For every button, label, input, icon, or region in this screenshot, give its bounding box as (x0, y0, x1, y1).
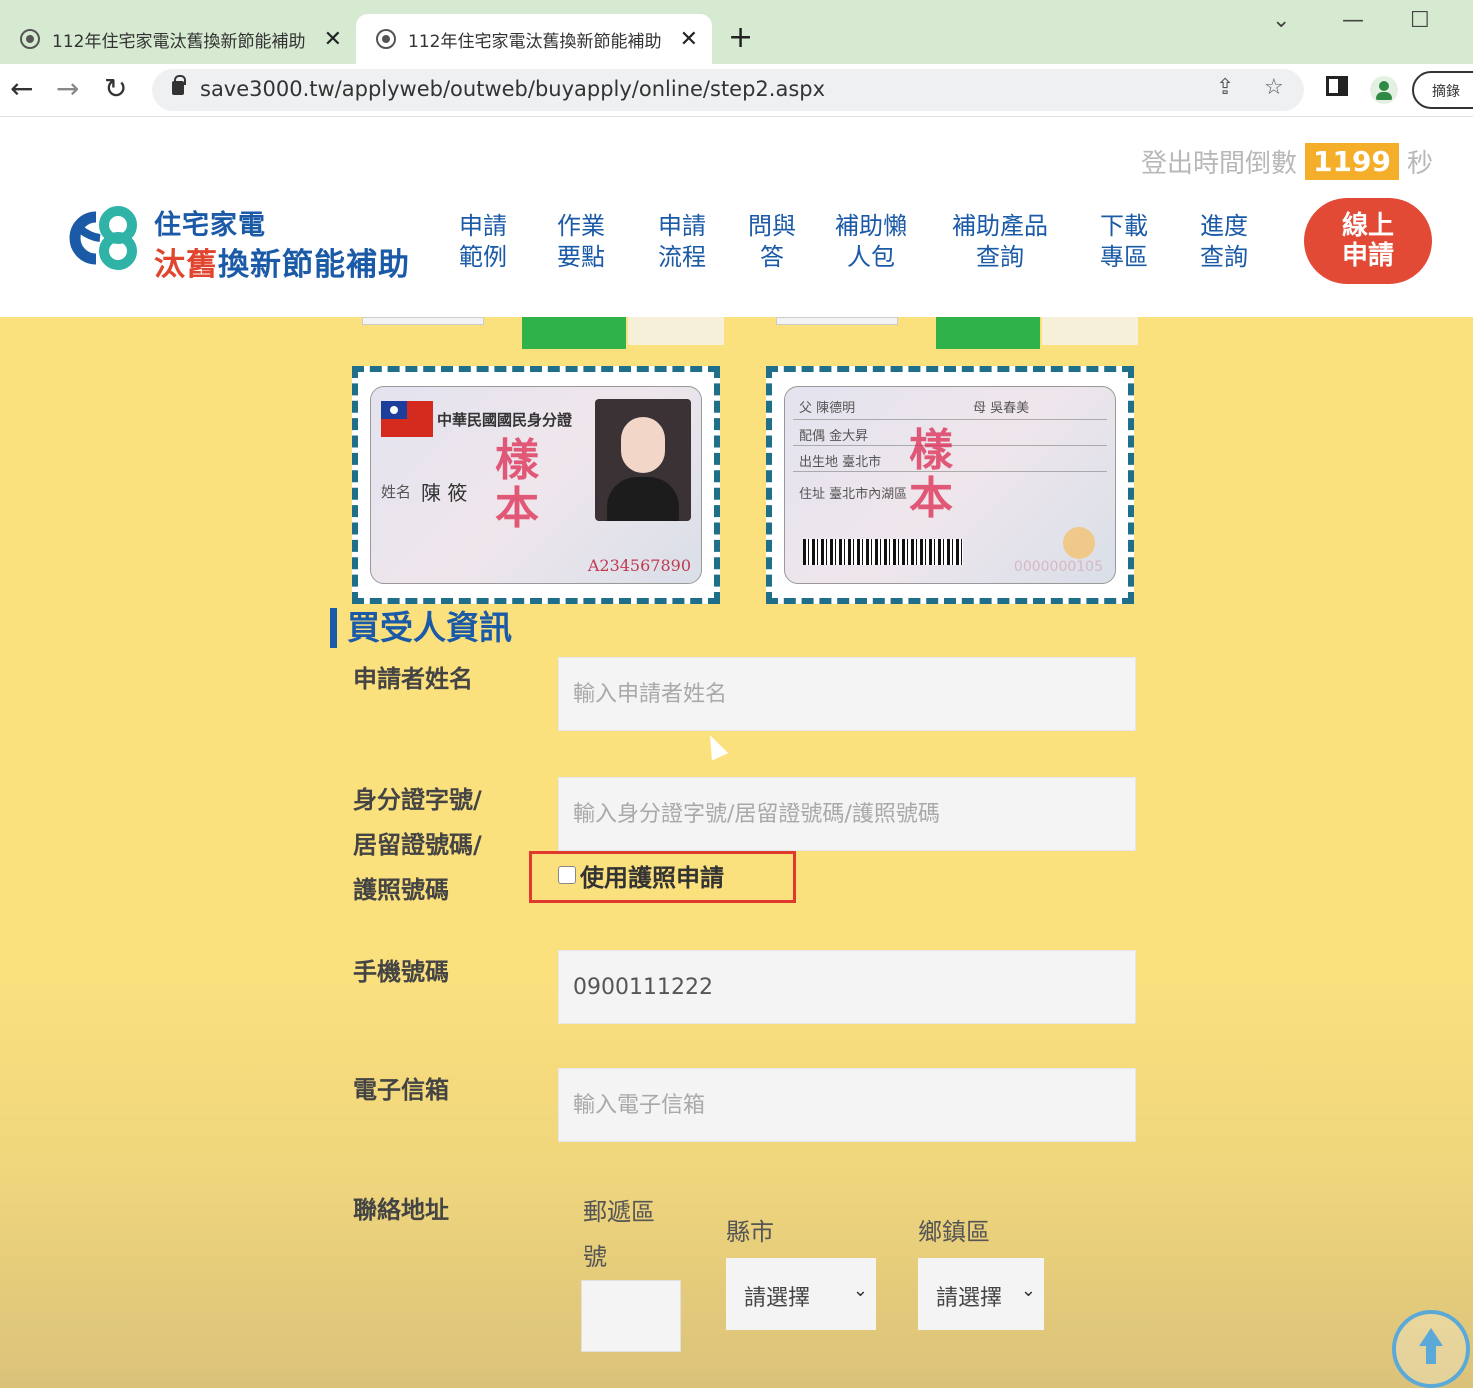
id-mother: 母 吳春美 (973, 401, 1030, 416)
site-header: 登出時間倒數 1199 秒 住宅家電 汰舊換新節能補助 申請 範例 作業 要點 申請… (0, 117, 1473, 317)
profile-icon[interactable] (1370, 76, 1398, 104)
id-card-title: 中華民國國民身分證 (437, 411, 573, 429)
side-panel-icon[interactable] (1326, 76, 1348, 96)
browser-tab[interactable]: 112年住宅家電汰舊換新節能補助 ✕ (0, 14, 356, 64)
id-number-label: 身分證字號/ 居留證號碼/ 護照號碼 (353, 786, 482, 904)
close-icon[interactable]: ✕ (680, 27, 698, 52)
applicant-name-input[interactable] (558, 657, 1136, 731)
countdown-value: 1199 (1305, 143, 1399, 180)
email-input[interactable] (558, 1068, 1136, 1142)
reload-icon[interactable]: ↻ (104, 72, 127, 105)
address-bar: ← → ↻ save3000.tw/applyweb/outweb/buyapp… (0, 64, 1473, 117)
url-field[interactable]: save3000.tw/applyweb/outweb/buyapply/onl… (152, 69, 1304, 111)
city-select[interactable]: 請選擇 ⌄ (726, 1258, 876, 1330)
passport-checkbox-label[interactable]: 使用護照申請 (580, 858, 724, 893)
scroll-to-top-button[interactable] (1392, 1310, 1470, 1388)
arrow-up-icon (1419, 1328, 1443, 1346)
new-tab-button[interactable]: + (728, 20, 753, 55)
id-father: 父 陳德明 (799, 401, 856, 416)
zip-code-input[interactable] (581, 1280, 681, 1352)
share-icon[interactable]: ⇪ (1216, 75, 1234, 100)
town-select[interactable]: 請選擇 ⌄ (918, 1258, 1044, 1330)
lock-icon (172, 75, 186, 95)
id-card-front: 中華民國國民身分證 姓名 陳 筱 樣本 A234567890 (370, 386, 702, 584)
url-text: save3000.tw/applyweb/outweb/buyapply/onl… (200, 77, 826, 101)
address-label: 聯絡地址 (353, 1196, 449, 1224)
chevron-down-icon: ⌄ (1020, 1280, 1036, 1301)
logout-countdown: 登出時間倒數 1199 秒 (1141, 143, 1433, 180)
nav-product-search[interactable]: 補助產品 查詢 (952, 211, 1048, 273)
phone-input[interactable] (558, 950, 1136, 1024)
chevron-down-icon[interactable]: ⌄ (1272, 8, 1290, 33)
id-serial: 0000000105 (1013, 559, 1103, 575)
online-apply-button[interactable]: 線上 申請 (1304, 198, 1432, 284)
nav-progress[interactable]: 進度 查詢 (1200, 211, 1248, 273)
sample-stamp: 樣本 (909, 425, 953, 524)
tab-title: 112年住宅家電汰舊換新節能補助 (52, 31, 306, 52)
id-spouse: 配偶 金大昇 (799, 429, 869, 444)
email-label: 電子信箱 (353, 1076, 449, 1104)
seal-icon (1063, 527, 1095, 559)
flag-icon (381, 401, 433, 437)
browser-tab-active[interactable]: 112年住宅家電汰舊換新節能補助 ✕ (356, 14, 712, 64)
nav-process[interactable]: 申請 流程 (658, 211, 706, 273)
countdown-unit: 秒 (1406, 149, 1433, 179)
back-arrow-icon[interactable]: ← (10, 72, 33, 105)
upload-button[interactable] (936, 317, 1040, 349)
id-card-front-sample: 中華民國國民身分證 姓名 陳 筱 樣本 A234567890 (352, 366, 720, 604)
tab-title: 112年住宅家電汰舊換新節能補助 (408, 31, 662, 52)
countdown-label: 登出時間倒數 (1141, 149, 1298, 179)
id-number-input[interactable] (558, 777, 1136, 851)
id-card-back-sample: 父 陳德明 母 吳春美 配偶 金大昇 出生地 臺北市 住址 臺北市內湖區 樣本 … (766, 366, 1134, 604)
section-title: 買受人資訊 (330, 608, 512, 648)
logo-title-line1: 住宅家電 (154, 210, 266, 241)
id-photo (595, 399, 691, 521)
extension-pill-button[interactable]: 摘錄 (1412, 71, 1473, 109)
id-name-value: 陳 筱 (421, 481, 468, 505)
city-label: 縣市 (726, 1218, 774, 1246)
phone-label: 手機號碼 (353, 958, 449, 986)
close-icon[interactable]: ✕ (324, 27, 342, 52)
id-card-back: 父 陳德明 母 吳春美 配偶 金大昇 出生地 臺北市 住址 臺北市內湖區 樣本 … (784, 386, 1116, 584)
upload-clear-button[interactable] (628, 317, 724, 345)
nav-quick-guide[interactable]: 補助懶 人包 (835, 211, 907, 273)
upload-button[interactable] (522, 317, 626, 349)
nav-guidelines[interactable]: 作業 要點 (557, 211, 605, 273)
id-name-label: 姓名 (381, 483, 412, 501)
browser-tab-strip: 112年住宅家電汰舊換新節能補助 ✕ 112年住宅家電汰舊換新節能補助 ✕ + … (0, 0, 1473, 64)
upload-file-field[interactable] (362, 317, 484, 325)
applicant-name-label: 申請者姓名 (353, 665, 473, 693)
star-icon[interactable]: ☆ (1264, 75, 1284, 100)
id-number: A234567890 (587, 556, 691, 575)
site-logo-icon[interactable] (60, 205, 142, 271)
nav-faq[interactable]: 問與答 (748, 211, 796, 273)
upload-file-field[interactable] (776, 317, 898, 325)
globe-icon (20, 29, 40, 49)
globe-icon (376, 29, 396, 49)
nav-apply-example[interactable]: 申請 範例 (459, 211, 507, 273)
chevron-down-icon: ⌄ (852, 1280, 868, 1301)
zip-label: 郵遞區號 (583, 1198, 655, 1271)
barcode (803, 539, 963, 565)
maximize-icon[interactable]: ☐ (1410, 8, 1430, 33)
id-birthplace: 出生地 臺北市 (799, 455, 882, 470)
forward-arrow-icon[interactable]: → (56, 72, 79, 105)
logo-title-line2: 汰舊換新節能補助 (154, 247, 410, 283)
id-address: 住址 臺北市內湖區 (799, 487, 908, 502)
town-label: 鄉鎮區 (918, 1218, 990, 1246)
minimize-icon[interactable]: — (1342, 8, 1364, 33)
sample-stamp: 樣本 (495, 435, 539, 534)
passport-checkbox[interactable] (558, 866, 576, 884)
upload-clear-button[interactable] (1042, 317, 1138, 345)
nav-downloads[interactable]: 下載 專區 (1100, 211, 1148, 273)
